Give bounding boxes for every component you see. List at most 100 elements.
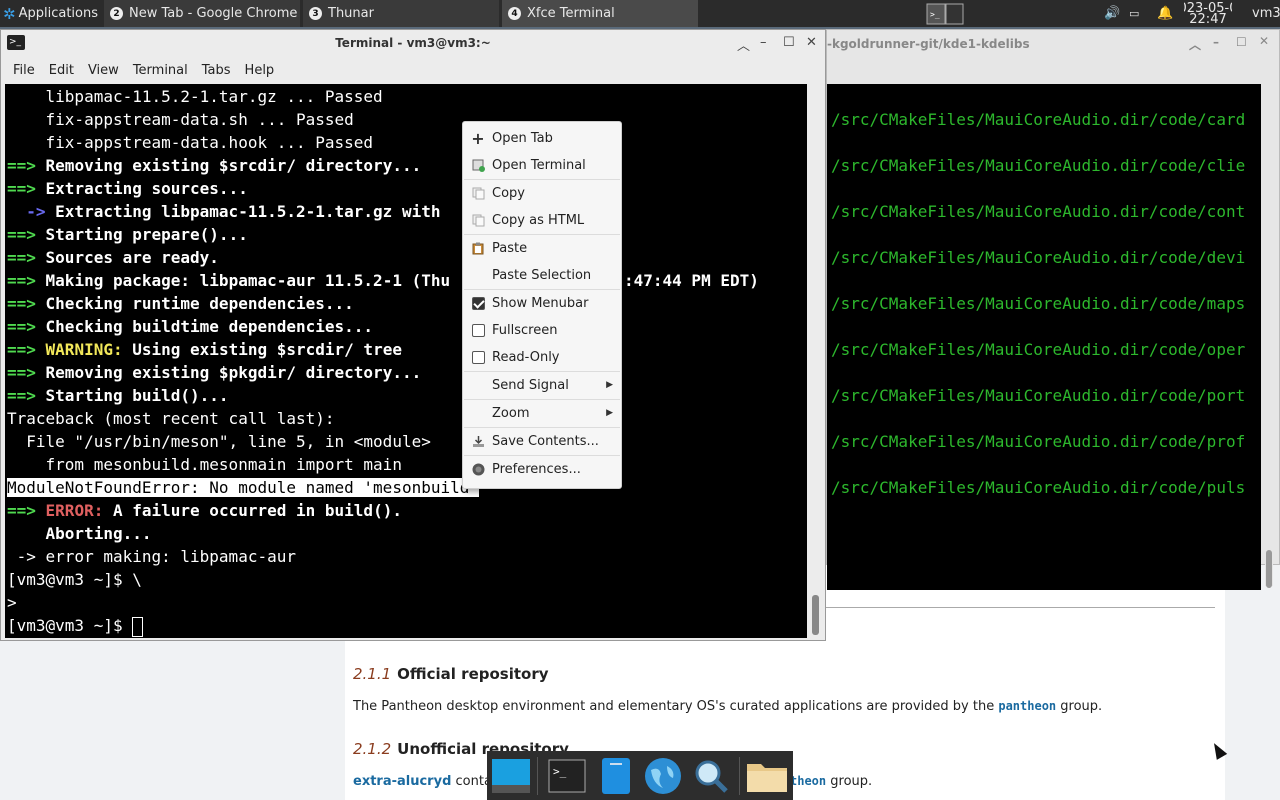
plus-icon: + [471, 128, 485, 148]
notification-bell-icon[interactable]: 🔔 [1157, 0, 1173, 27]
preferences-icon [471, 462, 485, 476]
menu-separator [464, 427, 620, 428]
scrollbar-thumb[interactable] [1266, 550, 1272, 588]
terminal-line: /src/CMakeFiles/MauiCoreAudio.dir/code/m… [831, 294, 1246, 313]
terminal-line-selected: ModuleNotFoundError: No module named 'me… [7, 478, 480, 497]
search-icon[interactable] [689, 755, 733, 797]
minimize-icon[interactable]: – [1213, 35, 1219, 49]
terminal-line: -> Extracting libpamac-11.5.2-1.tar.gz w… [7, 202, 441, 221]
menu-view[interactable]: View [88, 63, 119, 78]
terminal-line: ==> Starting build()... [7, 386, 229, 405]
top-panel: ✲ Applications 2 New Tab - Google Chrome… [0, 0, 1280, 27]
terminal-output[interactable]: libpamac-11.5.2-1.tar.gz ... Passed fix-… [5, 84, 807, 638]
terminal-line: /src/CMakeFiles/MauiCoreAudio.dir/code/p… [831, 386, 1246, 405]
paste-icon [471, 241, 485, 255]
scrollbar[interactable] [1265, 90, 1273, 586]
terminal-line: ==> Checking buildtime dependencies... [7, 317, 374, 336]
submenu-arrow-icon: ▶ [606, 408, 613, 418]
terminal-line: Traceback (most recent call last): [7, 409, 335, 428]
battery-icon[interactable]: ▭ [1129, 0, 1149, 27]
clock[interactable]: 2023-05-04 22:47 [1184, 0, 1232, 27]
volume-icon[interactable]: 🔊 [1104, 0, 1122, 27]
folder-icon[interactable] [745, 755, 789, 797]
menu-separator [464, 179, 620, 180]
show-desktop-icon[interactable] [489, 755, 533, 797]
menu-separator [464, 371, 620, 372]
menu-item-preferences[interactable]: Preferences... [463, 457, 621, 481]
menu-item-open-tab[interactable]: + Open Tab [463, 126, 621, 150]
new-window-icon [471, 158, 485, 172]
text-cursor [132, 616, 144, 637]
dock-separator [739, 757, 740, 795]
copy-icon [471, 186, 485, 200]
menu-edit[interactable]: Edit [49, 63, 74, 78]
menu-file[interactable]: File [13, 63, 35, 78]
terminal-line: ==> ERROR: A failure occurred in build()… [7, 501, 402, 520]
menu-item-copy-as-html[interactable]: Copy as HTML [463, 208, 621, 232]
background-terminal-window[interactable]: -kgoldrunner-git/kde1-kdelibs ︿ – ☐ ✕ /s… [826, 29, 1280, 590]
menu-item-paste-selection[interactable]: Paste Selection [463, 263, 621, 287]
menu-item-zoom[interactable]: Zoom ▶ [463, 401, 621, 425]
menu-tabs[interactable]: Tabs [202, 63, 231, 78]
workspace-switcher[interactable]: >_ [926, 0, 966, 27]
terminal-window[interactable]: >_ Terminal - vm3@vm3:~ ︿ – ☐ ✕ File Edi… [0, 29, 826, 641]
minimize-button[interactable]: – [760, 35, 767, 50]
scrollbar[interactable] [810, 88, 822, 636]
menu-item-open-terminal[interactable]: Open Terminal [463, 153, 621, 177]
taskbar-chrome[interactable]: 2 New Tab - Google Chrome [104, 0, 300, 27]
terminal-line: File "/usr/bin/meson", line 5, in <modul… [7, 432, 431, 451]
dock: >_ [487, 751, 793, 800]
terminal-prompt[interactable]: [vm3@vm3 ~]$ [7, 614, 144, 637]
user-menu[interactable]: vm3 [1252, 0, 1280, 27]
menu-separator [464, 455, 620, 456]
close-button[interactable]: ✕ [806, 35, 817, 50]
terminal-line-fragment: :47:44 PM EDT) [624, 271, 759, 290]
terminal-icon[interactable]: >_ [545, 755, 589, 797]
menu-item-send-signal[interactable]: Send Signal ▶ [463, 373, 621, 397]
pantheon-link[interactable]: pantheon [998, 699, 1056, 713]
terminal-line: fix-appstream-data.hook ... Passed [7, 133, 374, 152]
menu-help[interactable]: Help [245, 63, 275, 78]
menu-item-save-contents[interactable]: Save Contents... [463, 429, 621, 453]
checkbox-checked-icon[interactable] [471, 296, 485, 310]
terminal-line: > [7, 593, 17, 612]
scrollbar-thumb[interactable] [812, 595, 819, 635]
shade-button[interactable]: ︿ [737, 35, 750, 54]
title-bar[interactable]: >_ Terminal - vm3@vm3:~ ︿ – ☐ ✕ [1, 30, 825, 57]
menu-separator [464, 289, 620, 290]
extra-alucryd-link[interactable]: extra-alucryd [353, 774, 451, 789]
maximize-button[interactable]: ☐ [1236, 35, 1247, 49]
menu-item-paste[interactable]: Paste [463, 236, 621, 260]
menu-terminal[interactable]: Terminal [133, 63, 188, 78]
maximize-button[interactable]: ☐ [783, 35, 795, 50]
terminal-line: -> error making: libpamac-aur [7, 547, 296, 566]
window-title: Terminal - vm3@vm3:~ [335, 36, 491, 50]
checkbox-icon[interactable] [471, 350, 485, 364]
web-browser-icon[interactable] [641, 755, 685, 797]
terminal-line: ==> Making package: libpamac-aur 11.5.2-… [7, 271, 451, 290]
copy-icon [471, 213, 485, 227]
svg-text:>_: >_ [553, 765, 567, 778]
menu-item-read-only[interactable]: Read-Only [463, 345, 621, 369]
pantheon-link[interactable]: theon [790, 774, 826, 788]
terminal-line: /src/CMakeFiles/MauiCoreAudio.dir/code/p… [831, 432, 1246, 451]
menu-item-show-menubar[interactable]: Show Menubar [463, 291, 621, 315]
menu-separator [464, 399, 620, 400]
menu-item-copy[interactable]: Copy [463, 181, 621, 205]
taskbar-terminal[interactable]: 4 Xfce Terminal [502, 0, 698, 27]
close-button[interactable]: ✕ [1259, 34, 1269, 48]
xfce-logo-icon: ✲ [3, 4, 16, 23]
menu-item-fullscreen[interactable]: Fullscreen [463, 318, 621, 342]
terminal-output[interactable]: /src/CMakeFiles/MauiCoreAudio.dir/code/c… [827, 84, 1261, 590]
checkbox-icon[interactable] [471, 323, 485, 337]
taskbar-thunar[interactable]: 3 Thunar [303, 0, 499, 27]
browser-page-margin-right [1225, 565, 1280, 800]
minimize-button[interactable]: ︿ [1189, 36, 1201, 53]
terminal-line: ==> WARNING: Using existing $srcdir/ tre… [7, 340, 402, 359]
save-icon [471, 434, 485, 448]
terminal-line: /src/CMakeFiles/MauiCoreAudio.dir/code/c… [831, 110, 1246, 129]
terminal-line: ==> Starting prepare()... [7, 225, 248, 244]
section-number: 2.1.2 [353, 740, 392, 758]
applications-menu[interactable]: ✲ Applications [0, 0, 100, 27]
file-manager-icon[interactable] [594, 755, 638, 797]
